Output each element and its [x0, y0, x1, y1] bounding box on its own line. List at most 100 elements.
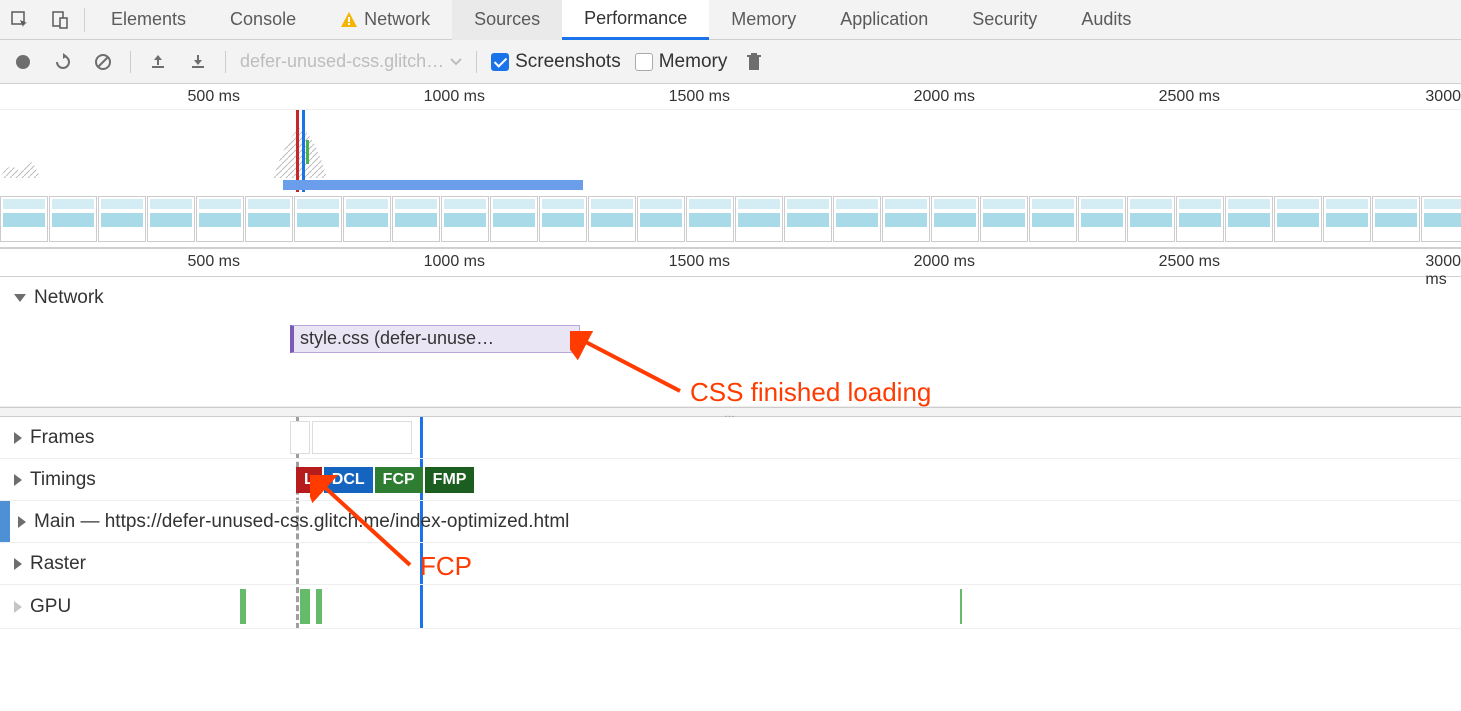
filmstrip-frame[interactable]	[98, 196, 146, 242]
main-highlight-bar	[0, 501, 10, 542]
filmstrip-frame[interactable]	[1421, 196, 1461, 242]
cpu-activity-chart	[0, 110, 1461, 192]
selection-range[interactable]	[283, 180, 583, 190]
ruler-tick: 3000	[1425, 88, 1461, 106]
raster-track[interactable]: Raster	[0, 543, 1461, 585]
overview-panel[interactable]: 500 ms 1000 ms 1500 ms 2000 ms 2500 ms 3…	[0, 84, 1461, 249]
delete-button[interactable]	[741, 49, 767, 75]
devtools-main-tabs: Elements Console Network Sources Perform…	[0, 0, 1461, 40]
tab-divider	[84, 8, 85, 32]
tab-console[interactable]: Console	[208, 0, 318, 40]
ruler-tick: 2000 ms	[914, 88, 975, 106]
reload-button[interactable]	[50, 49, 76, 75]
filmstrip-frame[interactable]	[1127, 196, 1175, 242]
tracks-lower: Frames Timings L DCL FCP FMP Main — http…	[0, 417, 1461, 629]
gpu-bar	[960, 589, 962, 624]
filmstrip-frame[interactable]	[931, 196, 979, 242]
timing-badge-dcl[interactable]: DCL	[324, 467, 373, 493]
toolbar-divider	[476, 51, 477, 73]
filmstrip-frame[interactable]	[196, 196, 244, 242]
tab-application[interactable]: Application	[818, 0, 950, 40]
filmstrip-frame[interactable]	[1225, 196, 1273, 242]
detail-ruler: 500 ms 1000 ms 1500 ms 2000 ms 2500 ms 3…	[0, 249, 1461, 277]
filmstrip-frame[interactable]	[490, 196, 538, 242]
download-button[interactable]	[185, 49, 211, 75]
filmstrip-frame[interactable]	[539, 196, 587, 242]
tracks-upper: Network style.css (defer-unuse… CSS fini…	[0, 277, 1461, 407]
chevron-down-icon	[450, 58, 462, 66]
gpu-track[interactable]: GPU	[0, 585, 1461, 629]
frames-track[interactable]: Frames	[0, 417, 1461, 459]
filmstrip-frame[interactable]	[1029, 196, 1077, 242]
upload-button[interactable]	[145, 49, 171, 75]
network-entry-stylecss[interactable]: style.css (defer-unuse…	[290, 325, 580, 353]
main-track[interactable]: Main — https://defer-unused-css.glitch.m…	[0, 501, 1461, 543]
clear-button[interactable]	[90, 49, 116, 75]
overview-ruler: 500 ms 1000 ms 1500 ms 2000 ms 2500 ms 3…	[0, 84, 1461, 110]
filmstrip-frame[interactable]	[686, 196, 734, 242]
filmstrip-frame[interactable]	[245, 196, 293, 242]
screenshot-filmstrip[interactable]: document.write(Array.from({length:30}).m…	[0, 192, 1461, 248]
checkbox-icon	[491, 53, 509, 71]
filmstrip-frame[interactable]	[0, 196, 48, 242]
ruler-tick: 1500 ms	[669, 88, 730, 106]
ruler-tick: 1000 ms	[424, 253, 485, 271]
tab-audits[interactable]: Audits	[1059, 0, 1153, 40]
network-track-header[interactable]: Network	[0, 287, 290, 309]
chevron-right-icon	[14, 432, 22, 444]
ruler-tick: 500 ms	[188, 88, 240, 106]
performance-toolbar: defer-unused-css.glitch… Screenshots Mem…	[0, 40, 1461, 84]
filmstrip-frame[interactable]	[441, 196, 489, 242]
ruler-tick: 500 ms	[188, 253, 240, 271]
filmstrip-frame[interactable]	[49, 196, 97, 242]
filmstrip-frame[interactable]	[784, 196, 832, 242]
gpu-bar	[240, 589, 246, 624]
ruler-tick: 1000 ms	[424, 88, 485, 106]
tab-security[interactable]: Security	[950, 0, 1059, 40]
inspect-icon[interactable]	[6, 6, 34, 34]
chevron-down-icon	[14, 294, 26, 302]
timing-badge-fcp[interactable]: FCP	[375, 467, 423, 493]
tab-network[interactable]: Network	[318, 0, 452, 40]
ruler-tick: 2500 ms	[1159, 253, 1220, 271]
ruler-tick: 2500 ms	[1159, 88, 1220, 106]
filmstrip-frame[interactable]	[343, 196, 391, 242]
filmstrip-frame[interactable]	[294, 196, 342, 242]
filmstrip-frame[interactable]	[1078, 196, 1126, 242]
recording-dropdown[interactable]: defer-unused-css.glitch…	[240, 51, 462, 72]
timings-track[interactable]: Timings L DCL FCP FMP	[0, 459, 1461, 501]
filmstrip-frame[interactable]	[1372, 196, 1420, 242]
filmstrip-frame[interactable]	[392, 196, 440, 242]
ruler-tick: 1500 ms	[669, 253, 730, 271]
pane-divider[interactable]: …	[0, 407, 1461, 417]
tab-memory[interactable]: Memory	[709, 0, 818, 40]
warning-icon	[340, 11, 358, 29]
memory-checkbox[interactable]: Memory	[635, 51, 728, 73]
tab-elements[interactable]: Elements	[89, 0, 208, 40]
timing-badge-fmp[interactable]: FMP	[425, 467, 475, 493]
gpu-bar	[316, 589, 322, 624]
chevron-right-icon	[14, 558, 22, 570]
filmstrip-frame[interactable]	[735, 196, 783, 242]
ruler-tick: 2000 ms	[914, 253, 975, 271]
filmstrip-frame[interactable]	[1323, 196, 1371, 242]
tab-performance[interactable]: Performance	[562, 0, 709, 40]
filmstrip-frame[interactable]	[147, 196, 195, 242]
screenshots-checkbox[interactable]: Screenshots	[491, 51, 621, 73]
filmstrip-frame[interactable]	[1274, 196, 1322, 242]
filmstrip-frame[interactable]	[882, 196, 930, 242]
filmstrip-frame[interactable]	[588, 196, 636, 242]
filmstrip-frame[interactable]	[637, 196, 685, 242]
record-button[interactable]	[10, 49, 36, 75]
chevron-right-icon	[18, 516, 26, 528]
toolbar-divider	[130, 51, 131, 73]
paint-marker	[306, 140, 309, 164]
tab-sources[interactable]: Sources	[452, 0, 562, 40]
toolbar-divider	[225, 51, 226, 73]
filmstrip-frame[interactable]	[980, 196, 1028, 242]
filmstrip-frame[interactable]	[833, 196, 881, 242]
device-toggle-icon[interactable]	[46, 6, 74, 34]
filmstrip-frame[interactable]	[1176, 196, 1224, 242]
cpu-hatch-icon	[0, 128, 120, 178]
timing-badge-l[interactable]: L	[296, 467, 322, 493]
